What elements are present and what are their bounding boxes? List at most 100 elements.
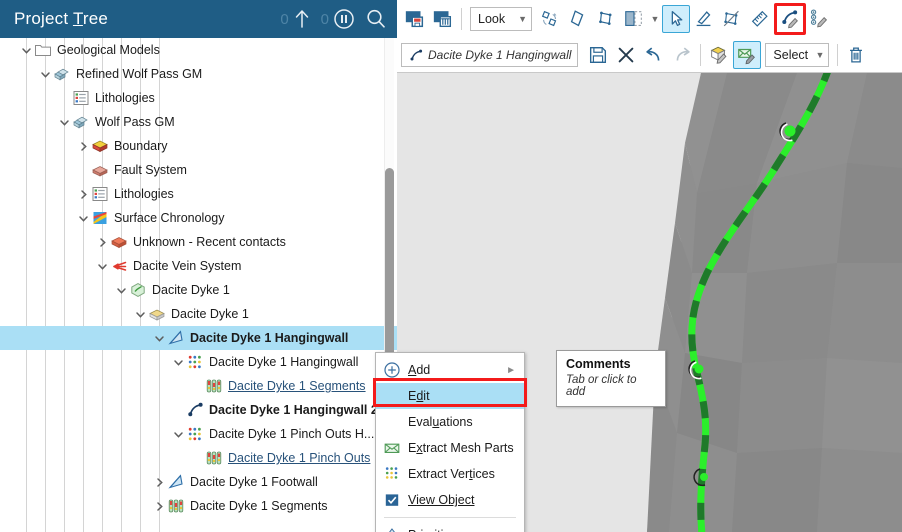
project-tree-list[interactable]: Geological Models Refined Wolf Pass GM Lit… [0,38,397,532]
menu-item-6[interactable]: Prioritise [376,522,524,532]
tree-item-14[interactable]: Dacite Dyke 1 Segments [0,374,397,398]
menu-item-label: Extract Vertices [408,467,495,481]
tree-item-0[interactable]: Geological Models [0,38,397,62]
tree-twisty-right-icon[interactable] [151,470,167,494]
rotate-object-icon[interactable] [536,5,564,33]
menu-item-1[interactable]: Edit [376,383,524,409]
menu-item-label: Edit [408,389,430,403]
scene-toolbar: Look ▼ ▼ [397,0,902,38]
draw-plane-icon[interactable] [564,5,592,33]
pause-circle-icon[interactable] [333,8,355,30]
fault-system-icon [91,161,109,179]
tree-twisty-right-icon[interactable] [75,134,91,158]
tree-item-label: Dacite Dyke 1 Hangingwall [190,331,349,345]
tree-twisty-down-icon[interactable] [37,62,53,86]
tree-twisty-down-icon[interactable] [132,302,148,326]
look-dropdown[interactable]: Look ▼ [470,7,532,31]
select-dropdown[interactable]: Select ▼ [765,43,830,67]
search-icon[interactable] [365,8,387,30]
select-pointer-icon[interactable] [662,5,690,33]
menu-item-2[interactable]: Evaluations [376,409,524,435]
menu-item-4[interactable]: Extract Vertices [376,461,524,487]
menu-item-5[interactable]: View Object [376,487,524,513]
tree-item-10[interactable]: Dacite Dyke 1 [0,278,397,302]
tree-item-18[interactable]: Dacite Dyke 1 Footwall [0,470,397,494]
measure-ruler-icon[interactable] [746,5,774,33]
tree-item-17[interactable]: Dacite Dyke 1 Pinch Outs [0,446,397,470]
tree-item-3[interactable]: Wolf Pass GM [0,110,397,134]
delete-scene-icon[interactable] [429,5,457,33]
tree-item-16[interactable]: Dacite Dyke 1 Pinch Outs H... [0,422,397,446]
pending-pause-group: 0 [321,8,355,30]
tree-item-12[interactable]: Dacite Dyke 1 Hangingwall [0,326,397,350]
tree-item-4[interactable]: Boundary [0,134,397,158]
slicer-dropdown-caret[interactable]: ▼ [648,5,662,33]
edit-points-icon[interactable] [806,5,834,33]
menu-item-3[interactable]: Extract Mesh Parts [376,435,524,461]
tree-item-label: Refined Wolf Pass GM [76,67,203,81]
tree-item-6[interactable]: Lithologies [0,182,397,206]
tree-item-label: Fault System [114,163,187,177]
tree-item-label: Dacite Dyke 1 Pinch Outs [228,451,371,465]
undo-button[interactable] [640,41,668,69]
lithology-list-icon [91,185,109,203]
tree-item-label: Dacite Vein System [133,259,242,273]
delete-button[interactable] [842,41,870,69]
tree-item-label: Unknown - Recent contacts [133,235,286,249]
slicer-icon[interactable] [620,5,648,33]
edited-object-name[interactable]: Dacite Dyke 1 Hangingwall [401,43,579,67]
draw-line-icon[interactable] [690,5,718,33]
context-menu[interactable]: Add ► Edit Evaluations Extract Mesh Parts Ext… [375,352,525,532]
tree-twisty-none [75,158,91,182]
chevron-down-icon: ▼ [815,50,825,60]
menu-separator [384,517,516,518]
polyline-icon [408,48,423,63]
lithology-list-icon [72,89,90,107]
menu-item-0[interactable]: Add ► [376,357,524,383]
vein-system-icon [110,257,128,275]
tree-twisty-down-icon[interactable] [170,422,186,446]
comments-hint: Tab or click to add [566,374,637,398]
tree-item-19[interactable]: Dacite Dyke 1 Segments [0,494,397,518]
pending-up-group: 0 [280,8,310,30]
tree-item-13[interactable]: Dacite Dyke 1 Hangingwall [0,350,397,374]
edit-surface-icon[interactable] [733,41,762,69]
menu-item-label: Extract Mesh Parts [408,441,514,455]
comments-tooltip[interactable]: Comments Tab or click to add [556,350,666,407]
tree-twisty-down-icon[interactable] [94,254,110,278]
edit-polyline-icon[interactable] [774,3,806,35]
tree-item-9[interactable]: Dacite Vein System [0,254,397,278]
tree-twisty-down-icon[interactable] [170,350,186,374]
tree-item-5[interactable]: Fault System [0,158,397,182]
tree-item-7[interactable]: Surface Chronology [0,206,397,230]
tree-twisty-none [189,446,205,470]
tree-twisty-right-icon[interactable] [94,230,110,254]
tree-item-label: Lithologies [114,187,174,201]
tree-item-11[interactable]: Dacite Dyke 1 [0,302,397,326]
edit-toolbar: Dacite Dyke 1 Hangingwall Select ▼ [397,38,902,73]
tree-twisty-down-icon[interactable] [151,326,167,350]
geological-model-icon [72,113,90,131]
application-window: Project Tree 0 0 Geological Models Refin… [0,0,902,532]
save-button[interactable] [584,41,612,69]
tree-twisty-down-icon[interactable] [113,278,129,302]
disabled-plane-icon[interactable] [718,5,746,33]
tree-twisty-right-icon[interactable] [75,182,91,206]
tree-twisty-right-icon[interactable] [151,494,167,518]
tree-item-15[interactable]: Dacite Dyke 1 Hangingwall 2 [0,398,397,422]
tree-item-label: Dacite Dyke 1 Segments [228,379,366,393]
close-button[interactable] [612,41,640,69]
move-plane-icon[interactable] [592,5,620,33]
tree-item-2[interactable]: Lithologies [0,86,397,110]
tree-twisty-down-icon[interactable] [56,110,72,134]
redo-button[interactable] [668,41,696,69]
up-count: 0 [280,10,289,28]
edit-mesh-icon[interactable] [705,41,733,69]
tree-item-1[interactable]: Refined Wolf Pass GM [0,62,397,86]
tree-twisty-down-icon[interactable] [18,38,34,62]
tree-item-8[interactable]: Unknown - Recent contacts [0,230,397,254]
tree-twisty-down-icon[interactable] [75,206,91,230]
look-label: Look [478,12,506,26]
save-scene-icon[interactable] [401,5,429,33]
up-arrow-icon[interactable] [293,8,311,30]
